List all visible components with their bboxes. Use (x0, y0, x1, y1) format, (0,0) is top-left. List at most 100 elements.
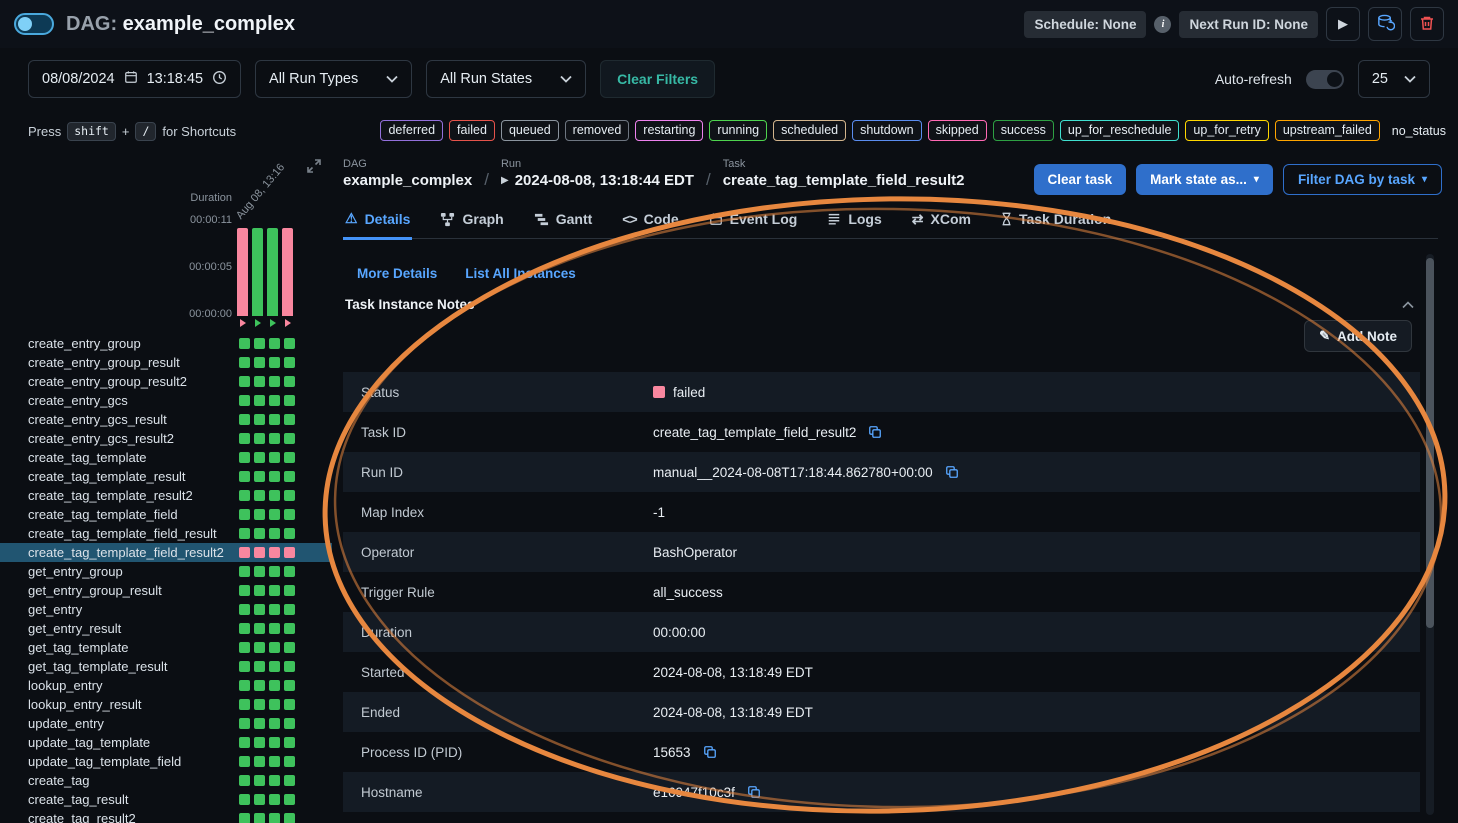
task-row[interactable]: get_entry_group (0, 562, 332, 581)
task-row[interactable]: create_tag_template_result2 (0, 486, 332, 505)
task-instance-square[interactable] (239, 585, 250, 596)
task-row[interactable]: create_entry_gcs_result (0, 410, 332, 429)
task-instance-square[interactable] (254, 509, 265, 520)
copy-icon[interactable] (868, 425, 882, 439)
more-details-link[interactable]: More Details (357, 266, 437, 281)
task-instance-square[interactable] (284, 357, 295, 368)
scrollbar-thumb[interactable] (1426, 258, 1434, 628)
task-instance-square[interactable] (254, 528, 265, 539)
task-instance-square[interactable] (239, 395, 250, 406)
dag-run-bar[interactable] (267, 228, 278, 316)
task-instance-square[interactable] (254, 756, 265, 767)
task-instance-square[interactable] (284, 509, 295, 520)
task-instance-square[interactable] (269, 414, 280, 425)
task-row[interactable]: lookup_entry (0, 676, 332, 695)
task-instance-square[interactable] (254, 794, 265, 805)
task-row[interactable]: create_tag_template_field_result2 (0, 543, 332, 562)
tab-task-duration[interactable]: Task Duration (999, 208, 1113, 238)
task-row[interactable]: create_tag_template_field (0, 505, 332, 524)
task-instance-square[interactable] (254, 357, 265, 368)
task-row[interactable]: update_entry (0, 714, 332, 733)
task-instance-square[interactable] (284, 414, 295, 425)
copy-icon[interactable] (945, 465, 959, 479)
task-instance-square[interactable] (269, 547, 280, 558)
task-row[interactable]: get_entry_group_result (0, 581, 332, 600)
tab-logs[interactable]: Logs (825, 208, 883, 238)
task-instance-square[interactable] (239, 433, 250, 444)
task-instance-square[interactable] (284, 623, 295, 634)
task-instance-square[interactable] (239, 604, 250, 615)
task-row[interactable]: create_tag (0, 771, 332, 790)
task-instance-square[interactable] (269, 604, 280, 615)
task-instance-square[interactable] (269, 813, 280, 823)
task-instance-square[interactable] (254, 623, 265, 634)
run-datetime-picker[interactable]: 08/08/2024 13:18:45 (28, 60, 241, 98)
task-row[interactable]: create_entry_group_result2 (0, 372, 332, 391)
task-instance-square[interactable] (239, 699, 250, 710)
task-instance-square[interactable] (284, 433, 295, 444)
task-instance-square[interactable] (254, 604, 265, 615)
task-instance-square[interactable] (269, 509, 280, 520)
dag-run-bar[interactable] (282, 228, 293, 316)
task-instance-square[interactable] (284, 452, 295, 463)
tab-gantt[interactable]: Gantt (532, 208, 595, 238)
task-instance-square[interactable] (239, 794, 250, 805)
task-instance-square[interactable] (239, 357, 250, 368)
task-row[interactable]: create_tag_result (0, 790, 332, 809)
task-instance-square[interactable] (284, 395, 295, 406)
task-instance-square[interactable] (254, 566, 265, 577)
task-instance-square[interactable] (269, 585, 280, 596)
add-note-button[interactable]: ✎ Add Note (1304, 320, 1412, 352)
task-instance-square[interactable] (284, 794, 295, 805)
task-row[interactable]: get_tag_template_result (0, 657, 332, 676)
task-row[interactable]: lookup_entry_result (0, 695, 332, 714)
auto-refresh-toggle[interactable] (1306, 70, 1344, 89)
task-instance-square[interactable] (239, 737, 250, 748)
task-instance-square[interactable] (269, 338, 280, 349)
task-row[interactable]: update_tag_template_field (0, 752, 332, 771)
tab-xcom[interactable]: ⇄ XCom (910, 208, 973, 238)
task-instance-square[interactable] (239, 509, 250, 520)
collapse-grid-icon[interactable] (306, 158, 322, 179)
task-instance-square[interactable] (254, 680, 265, 691)
task-instance-square[interactable] (254, 642, 265, 653)
task-instance-square[interactable] (269, 452, 280, 463)
task-row[interactable]: create_entry_gcs_result2 (0, 429, 332, 448)
task-instance-square[interactable] (254, 471, 265, 482)
dag-run-bar[interactable] (252, 228, 263, 316)
filter-dag-button[interactable]: Filter DAG by task▾ (1283, 164, 1442, 195)
dag-run-bar[interactable] (237, 228, 248, 316)
task-instance-square[interactable] (284, 661, 295, 672)
task-instance-square[interactable] (269, 718, 280, 729)
tab-details[interactable]: ⚠ Details (343, 208, 412, 240)
task-row[interactable]: create_entry_gcs (0, 391, 332, 410)
task-instance-square[interactable] (254, 813, 265, 823)
task-instance-square[interactable] (284, 775, 295, 786)
dag-pause-toggle[interactable] (14, 13, 54, 35)
task-row[interactable]: create_tag_result2 (0, 809, 332, 823)
task-instance-square[interactable] (254, 737, 265, 748)
task-instance-square[interactable] (284, 756, 295, 767)
task-instance-square[interactable] (239, 623, 250, 634)
task-instance-square[interactable] (284, 737, 295, 748)
task-instance-square[interactable] (239, 718, 250, 729)
task-instance-square[interactable] (239, 775, 250, 786)
task-instance-square[interactable] (254, 699, 265, 710)
task-row[interactable]: get_tag_template (0, 638, 332, 657)
task-instance-square[interactable] (284, 490, 295, 501)
task-instance-square[interactable] (269, 566, 280, 577)
task-instance-square[interactable] (269, 775, 280, 786)
task-instance-square[interactable] (254, 376, 265, 387)
copy-icon[interactable] (747, 785, 761, 799)
task-instance-square[interactable] (269, 737, 280, 748)
mark-state-button[interactable]: Mark state as...▾ (1136, 164, 1273, 195)
info-icon[interactable]: i (1154, 16, 1171, 33)
tab-event-log[interactable]: Event Log (707, 208, 800, 238)
task-instance-square[interactable] (254, 490, 265, 501)
task-instance-square[interactable] (254, 718, 265, 729)
task-instance-square[interactable] (269, 756, 280, 767)
details-scrollbar[interactable] (1426, 254, 1434, 815)
task-instance-square[interactable] (284, 642, 295, 653)
page-size-select[interactable]: 25 (1358, 60, 1430, 98)
task-instance-square[interactable] (284, 699, 295, 710)
